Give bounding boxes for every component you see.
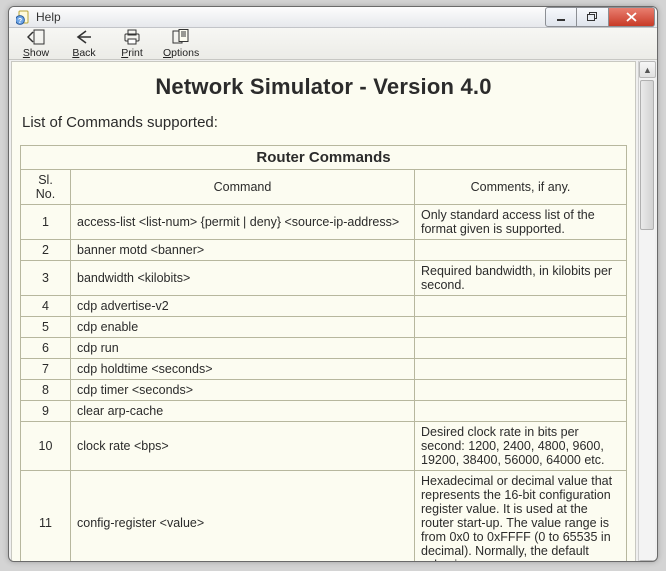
toolbar-show-button[interactable]: Show — [19, 28, 53, 59]
table-title: Router Commands — [21, 146, 627, 170]
col-slno: Sl. No. — [21, 170, 71, 205]
table-row: 6cdp run — [21, 338, 627, 359]
table-row: 8cdp timer <seconds> — [21, 380, 627, 401]
cell-slno: 4 — [21, 296, 71, 317]
cell-command: clock rate <bps> — [71, 422, 415, 471]
cell-command: access-list <list-num> {permit | deny} <… — [71, 205, 415, 240]
col-command: Command — [71, 170, 415, 205]
scroll-down-arrow-icon[interactable]: ▼ — [639, 560, 656, 562]
cell-comments — [415, 401, 627, 422]
cell-comments — [415, 380, 627, 401]
commands-table: Router Commands Sl. No. Command Comments… — [20, 145, 627, 562]
cell-comments — [415, 240, 627, 261]
cell-comments: Hexadecimal or decimal value that repres… — [415, 471, 627, 563]
maximize-button[interactable] — [577, 7, 609, 27]
options-icon — [172, 28, 190, 46]
cell-slno: 6 — [21, 338, 71, 359]
cell-command: cdp timer <seconds> — [71, 380, 415, 401]
scroll-up-arrow-icon[interactable]: ▲ — [639, 61, 656, 78]
cell-comments — [415, 359, 627, 380]
table-row: 5cdp enable — [21, 317, 627, 338]
help-icon: ? — [15, 9, 31, 25]
close-button[interactable] — [609, 7, 655, 27]
vertical-scrollbar[interactable]: ▲ ▼ — [638, 61, 655, 562]
toolbar-label: Back — [72, 47, 95, 59]
table-row: 1access-list <list-num> {permit | deny} … — [21, 205, 627, 240]
table-header-row: Sl. No. Command Comments, if any. — [21, 170, 627, 205]
cell-command: cdp advertise-v2 — [71, 296, 415, 317]
table-title-row: Router Commands — [21, 146, 627, 170]
cell-comments: Only standard access list of the format … — [415, 205, 627, 240]
table-row: 7cdp holdtime <seconds> — [21, 359, 627, 380]
table-row: 9clear arp-cache — [21, 401, 627, 422]
table-row: 3bandwidth <kilobits>Required bandwidth,… — [21, 261, 627, 296]
table-row: 2banner motd <banner> — [21, 240, 627, 261]
toolbar-label: Print — [121, 47, 143, 59]
cell-slno: 7 — [21, 359, 71, 380]
toolbar-options-button[interactable]: Options — [163, 28, 199, 59]
table-row: 11config-register <value>Hexadecimal or … — [21, 471, 627, 563]
titlebar: ? Help — [9, 7, 657, 28]
show-icon — [27, 28, 45, 46]
print-icon — [123, 28, 141, 46]
cell-comments — [415, 338, 627, 359]
cell-command: cdp holdtime <seconds> — [71, 359, 415, 380]
col-comments: Comments, if any. — [415, 170, 627, 205]
cell-slno: 3 — [21, 261, 71, 296]
svg-text:?: ? — [17, 18, 21, 25]
cell-slno: 10 — [21, 422, 71, 471]
back-icon — [75, 28, 93, 46]
cell-comments — [415, 296, 627, 317]
content-wrap: Network Simulator - Version 4.0 List of … — [9, 60, 657, 562]
list-label: List of Commands supported: — [22, 114, 627, 131]
toolbar: Show Back Print — [9, 28, 657, 60]
cell-slno: 5 — [21, 317, 71, 338]
cell-slno: 9 — [21, 401, 71, 422]
minimize-button[interactable] — [545, 7, 577, 27]
toolbar-print-button[interactable]: Print — [115, 28, 149, 59]
cell-comments — [415, 317, 627, 338]
document: Network Simulator - Version 4.0 List of … — [12, 62, 635, 562]
cell-command: config-register <value> — [71, 471, 415, 563]
cell-command: cdp run — [71, 338, 415, 359]
cell-slno: 8 — [21, 380, 71, 401]
toolbar-label: Show — [23, 47, 49, 59]
cell-slno: 11 — [21, 471, 71, 563]
page-title: Network Simulator - Version 4.0 — [20, 74, 627, 100]
cell-slno: 1 — [21, 205, 71, 240]
content-panel: Network Simulator - Version 4.0 List of … — [11, 61, 636, 562]
toolbar-back-button[interactable]: Back — [67, 28, 101, 59]
cell-comments: Desired clock rate in bits per second: 1… — [415, 422, 627, 471]
help-window: ? Help — [8, 6, 658, 562]
table-row: 10clock rate <bps>Desired clock rate in … — [21, 422, 627, 471]
cell-command: bandwidth <kilobits> — [71, 261, 415, 296]
window-controls — [545, 7, 655, 27]
cell-command: clear arp-cache — [71, 401, 415, 422]
window-title: Help — [36, 10, 545, 24]
cell-slno: 2 — [21, 240, 71, 261]
table-row: 4cdp advertise-v2 — [21, 296, 627, 317]
scroll-thumb[interactable] — [640, 80, 654, 230]
cell-command: cdp enable — [71, 317, 415, 338]
toolbar-label: Options — [163, 47, 199, 59]
cell-comments: Required bandwidth, in kilobits per seco… — [415, 261, 627, 296]
cell-command: banner motd <banner> — [71, 240, 415, 261]
scroll-track[interactable] — [639, 78, 655, 560]
